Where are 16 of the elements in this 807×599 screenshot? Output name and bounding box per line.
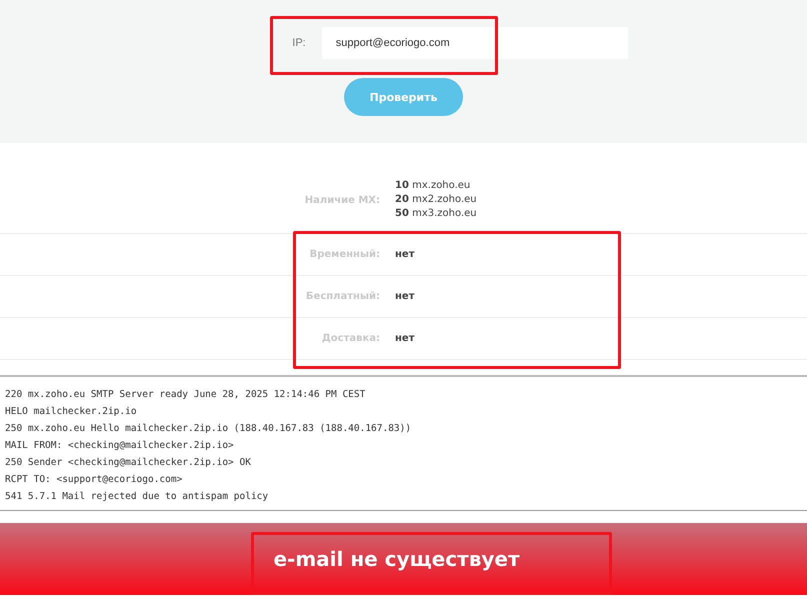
check-value: нет (395, 333, 414, 344)
email-input-field[interactable]: support@ecoriogo.com (322, 27, 628, 59)
mx-record: 10 mx.zoho.eu (395, 179, 472, 193)
check-value: нет (395, 291, 414, 302)
mx-record: 20 mx2.zoho.eu (395, 193, 477, 207)
log-line: 250 mx.zoho.eu Hello mailchecker.2ip.io (188.40.167.83 (188.40.167.83)) (5, 422, 412, 436)
log-line: RCPT TO: <support@ecoriogo.com> (5, 473, 184, 487)
result-text: e-mail не существует (273, 547, 520, 571)
log-line: MAIL FROM: <checking@mailchecker.2ip.io> (5, 439, 235, 453)
field-label: IP: (292, 37, 306, 49)
mx-record: 50 mx3.zoho.eu (395, 207, 477, 221)
log-line: HELO mailchecker.2ip.io (5, 405, 138, 419)
check-value: нет (395, 249, 414, 260)
log-line: 220 mx.zoho.eu SMTP Server ready June 28, 2025 12:14:46 PM CEST (5, 388, 366, 402)
log-line: 250 Sender <checking@mailchecker.2ip.io> OK (5, 456, 252, 470)
log-line: 541 5.7.1 Mail rejected due to antispam policy (5, 490, 270, 504)
